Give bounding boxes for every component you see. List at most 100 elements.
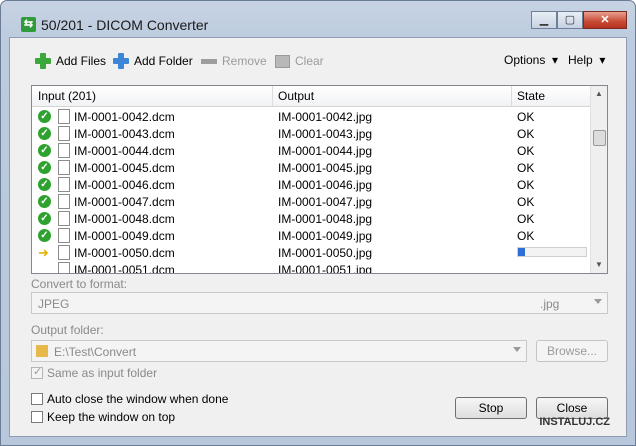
output-cell: IM-0001-0046.jpg [278, 178, 373, 192]
column-divider[interactable] [272, 86, 273, 106]
chevron-down-icon: ▾ [596, 53, 606, 67]
remove-button[interactable]: Remove [201, 53, 267, 69]
output-cell: IM-0001-0050.jpg [278, 246, 373, 260]
add-folder-icon [113, 53, 129, 69]
maximize-button[interactable]: ▢ [557, 11, 583, 29]
file-icon [58, 211, 70, 226]
state-cell: OK [517, 144, 535, 158]
chevron-down-icon [513, 347, 521, 352]
input-cell: IM-0001-0050.dcm [74, 246, 175, 260]
window-title: 50/201 - DICOM Converter [41, 17, 209, 33]
auto-close-checkbox[interactable]: Auto close the window when done [31, 392, 228, 406]
options-menu[interactable]: Options ▾ [504, 53, 558, 67]
add-folder-label: Add Folder [134, 54, 193, 68]
help-label: Help [568, 53, 593, 67]
auto-close-label: Auto close the window when done [47, 392, 229, 406]
stop-button[interactable]: Stop [455, 397, 527, 419]
file-icon [58, 262, 70, 273]
ok-icon: ✓ [38, 161, 51, 174]
table-row[interactable]: ✓ IM-0001-0049.dcm IM-0001-0049.jpg OK [32, 227, 592, 244]
add-files-button[interactable]: Add Files [35, 53, 106, 69]
folder-icon [36, 345, 48, 357]
file-icon [58, 160, 70, 175]
converter-icon: ⇆ [21, 17, 36, 32]
state-cell: OK [517, 229, 535, 243]
output-cell: IM-0001-0044.jpg [278, 144, 373, 158]
table-row[interactable]: ➜ IM-0001-0050.dcm IM-0001-0050.jpg [32, 244, 592, 261]
input-cell: IM-0001-0051.dcm [74, 263, 175, 274]
file-icon [58, 177, 70, 192]
table-row[interactable]: ✓ IM-0001-0042.dcm IM-0001-0042.jpg OK [32, 108, 592, 125]
app-window: ⇆ 50/201 - DICOM Converter ▁ ▢ ✕ Add Fil… [0, 0, 636, 446]
file-icon [58, 143, 70, 158]
column-state[interactable]: State [517, 89, 545, 103]
keep-on-top-checkbox[interactable]: Keep the window on top [31, 410, 175, 424]
input-cell: IM-0001-0048.dcm [74, 212, 175, 226]
remove-icon [201, 53, 217, 69]
ok-icon: ✓ [38, 229, 51, 242]
format-select[interactable]: JPEG .jpg [31, 292, 608, 314]
input-cell: IM-0001-0047.dcm [74, 195, 175, 209]
add-folder-button[interactable]: Add Folder [113, 53, 193, 69]
table-row[interactable]: ✓ IM-0001-0048.dcm IM-0001-0048.jpg OK [32, 210, 592, 227]
client-area: Add Files Add Folder Remove Clear Option… [9, 37, 627, 437]
progress-bar [517, 247, 587, 257]
table-row[interactable]: ✓ IM-0001-0046.dcm IM-0001-0046.jpg OK [32, 176, 592, 193]
remove-label: Remove [222, 54, 267, 68]
output-path: E:\Test\Convert [54, 345, 137, 359]
list-header: Input (201) Output State [32, 86, 592, 107]
column-divider[interactable] [511, 86, 512, 106]
chevron-down-icon [594, 299, 602, 304]
scroll-up-icon[interactable]: ▲ [591, 86, 607, 102]
clear-label: Clear [295, 54, 324, 68]
file-list[interactable]: Input (201) Output State ✓ IM-0001-0042.… [31, 85, 608, 274]
clear-icon [274, 53, 290, 69]
state-cell: OK [517, 195, 535, 209]
minimize-button[interactable]: ▁ [531, 11, 557, 29]
output-cell: IM-0001-0049.jpg [278, 229, 373, 243]
format-extension: .jpg [540, 297, 560, 311]
state-cell: OK [517, 127, 535, 141]
scroll-down-icon[interactable]: ▼ [591, 257, 607, 273]
file-icon [58, 109, 70, 124]
same-as-input-checkbox[interactable]: ✓ Same as input folder [31, 366, 157, 380]
state-cell: OK [517, 178, 535, 192]
browse-button[interactable]: Browse... [536, 340, 608, 362]
output-cell: IM-0001-0043.jpg [278, 127, 373, 141]
ok-icon: ✓ [38, 144, 51, 157]
file-icon [58, 126, 70, 141]
table-row[interactable]: ✓ IM-0001-0044.dcm IM-0001-0044.jpg OK [32, 142, 592, 159]
table-row[interactable]: IM-0001-0051.dcm IM-0001-0051.jpg [32, 261, 592, 274]
input-cell: IM-0001-0045.dcm [74, 161, 175, 175]
output-folder-select[interactable]: E:\Test\Convert [31, 340, 527, 362]
checkbox-box [31, 411, 43, 423]
table-row[interactable]: ✓ IM-0001-0043.dcm IM-0001-0043.jpg OK [32, 125, 592, 142]
column-input[interactable]: Input (201) [38, 89, 96, 103]
checkmark-icon: ✓ [33, 366, 43, 378]
format-label: Convert to format: [31, 277, 128, 291]
window-close-button[interactable]: ✕ [583, 11, 627, 29]
toolbar: Add Files Add Folder Remove Clear Option… [10, 38, 626, 82]
keep-on-top-label: Keep the window on top [47, 410, 176, 424]
title-bar: ⇆ 50/201 - DICOM Converter ▁ ▢ ✕ [1, 1, 635, 33]
watermark-text: INSTALUJ.CZ [539, 416, 610, 428]
checkbox-box [31, 393, 43, 405]
file-icon [58, 228, 70, 243]
column-output[interactable]: Output [278, 89, 314, 103]
ok-icon: ✓ [38, 127, 51, 140]
file-icon [58, 245, 70, 260]
ok-icon: ✓ [38, 110, 51, 123]
state-cell: OK [517, 110, 535, 124]
output-cell: IM-0001-0047.jpg [278, 195, 373, 209]
clear-button[interactable]: Clear [274, 53, 324, 69]
arrow-right-icon: ➜ [38, 245, 49, 260]
table-row[interactable]: ✓ IM-0001-0045.dcm IM-0001-0045.jpg OK [32, 159, 592, 176]
options-label: Options [504, 53, 546, 67]
vertical-scrollbar[interactable]: ▲ ▼ [590, 86, 607, 273]
input-cell: IM-0001-0046.dcm [74, 178, 175, 192]
table-row[interactable]: ✓ IM-0001-0047.dcm IM-0001-0047.jpg OK [32, 193, 592, 210]
output-folder-label: Output folder: [31, 323, 104, 337]
output-cell: IM-0001-0048.jpg [278, 212, 373, 226]
help-menu[interactable]: Help ▾ [568, 53, 605, 67]
scroll-thumb[interactable] [593, 130, 606, 146]
